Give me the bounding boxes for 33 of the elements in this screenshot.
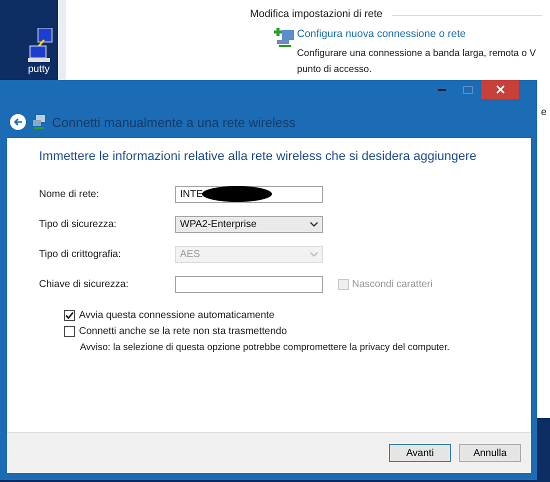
close-icon (496, 85, 504, 94)
checkbox[interactable] (64, 310, 75, 321)
computer-icon[interactable] (28, 28, 54, 64)
checkbox-label: Avvia questa connessione automaticamente (79, 310, 274, 321)
minimize-icon (438, 88, 446, 90)
dialog-title: Connetti manualmente a una rete wireless (52, 114, 296, 130)
chevron-icon (310, 252, 318, 257)
input-field[interactable] (175, 276, 323, 293)
instruction-heading: Immettere le informazioni relative alla rete wireless che si desidera aggiungere (39, 148, 476, 164)
dialog-button[interactable]: Avanti (389, 444, 451, 462)
setup-link[interactable]: Configura nuova connessione o rete (297, 28, 466, 40)
section-title: Modifica impostazioni di rete (250, 8, 382, 20)
desktop-icon-label[interactable]: putty (28, 64, 50, 76)
checkbox-label: Connetti anche se la rete non sta trasmettendo (79, 326, 287, 337)
field-label: Tipo di sicurezza: (39, 219, 118, 230)
chevron-icon (310, 222, 318, 227)
back-arrow-icon (13, 117, 23, 127)
input-field[interactable]: INTE (175, 186, 323, 203)
network-icon (274, 28, 296, 48)
checkbox-label: Nascondi caratteri (352, 279, 433, 290)
link-description: Configurare una connessione a banda larga, remota o V punto di accesso. (297, 47, 536, 77)
close-button[interactable] (481, 80, 519, 99)
background-text: e (541, 107, 547, 118)
checkbox[interactable] (64, 326, 75, 337)
dropdown[interactable]: WPA2-Enterprise (175, 216, 323, 233)
warning-note: Avviso: la selezione di questa opzione potrebbe compromettere la privacy del computer. (80, 342, 450, 353)
network-icon (32, 115, 46, 129)
back-button[interactable] (10, 114, 26, 130)
field-label: Tipo di crittografia: (39, 249, 122, 260)
dialog-button[interactable]: Annulla (459, 444, 521, 462)
maximize-icon (463, 86, 473, 94)
field-label: Nome di rete: (39, 189, 100, 200)
field-label: Chiave di sicurezza: (39, 279, 130, 290)
